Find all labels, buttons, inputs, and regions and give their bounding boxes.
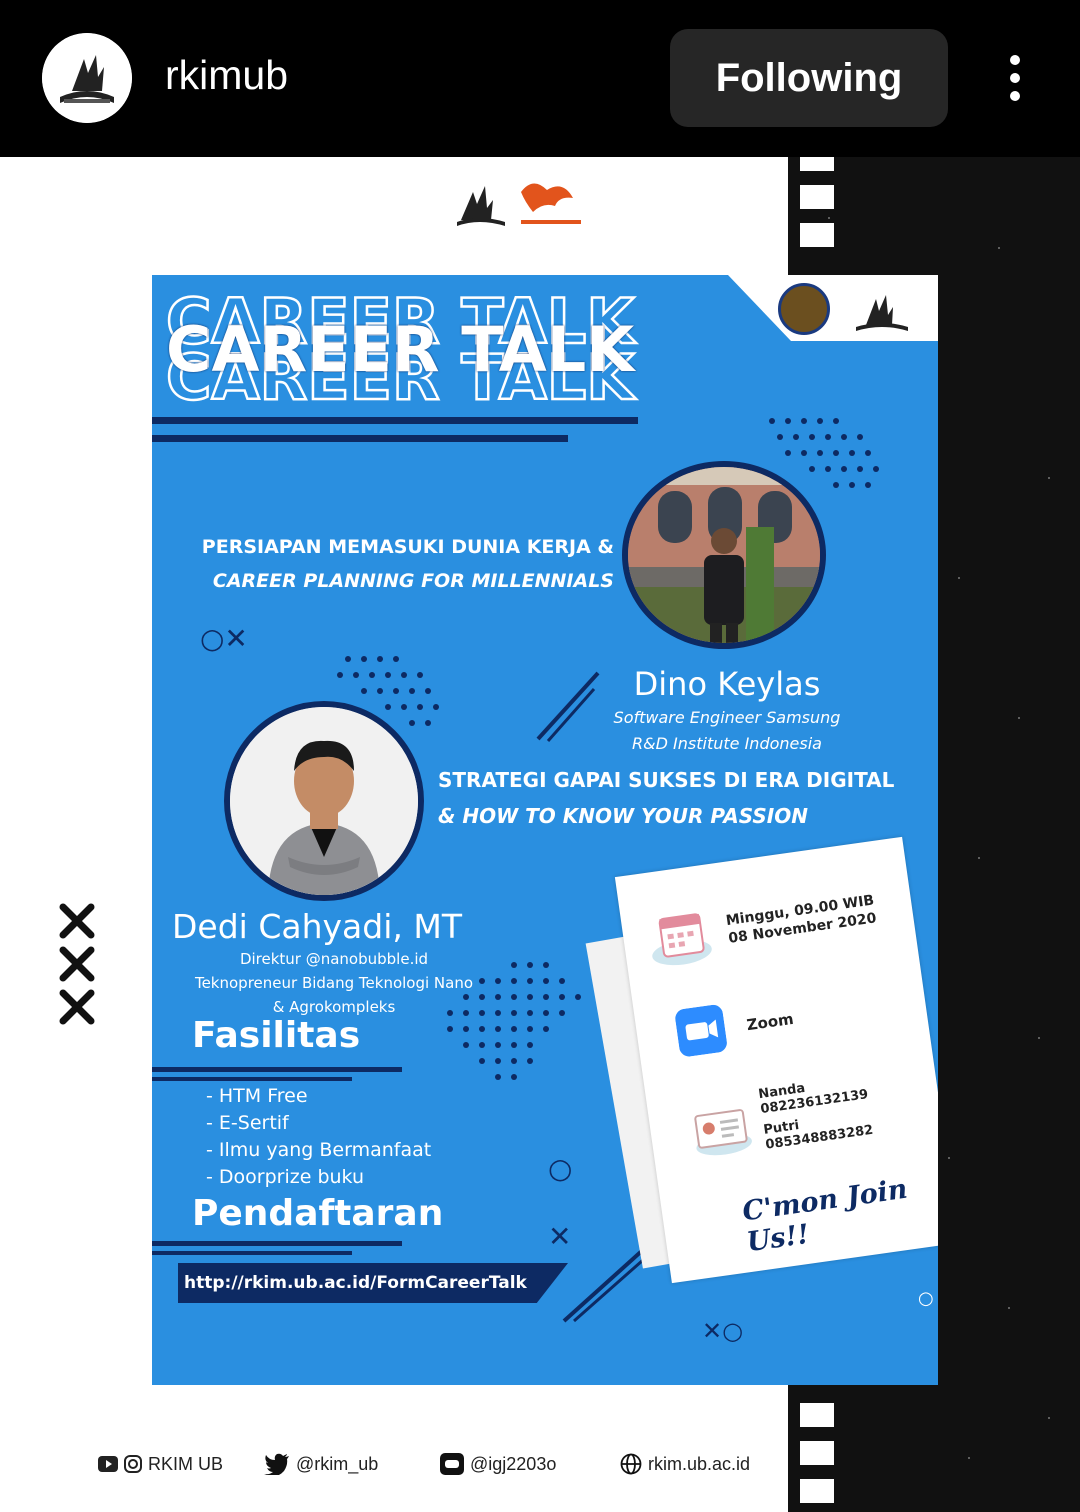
globe-icon: [620, 1453, 642, 1475]
more-options-icon[interactable]: [990, 45, 1040, 111]
session1-topic-line1: PERSIAPAN MEMASUKI DUNIA KERJA &: [201, 536, 614, 558]
youtube-icon: [98, 1456, 118, 1472]
speaker1-name: Dino Keylas: [633, 665, 821, 703]
facility-item: - Ilmu yang Bermanfaat: [206, 1139, 432, 1161]
session1-topic: PERSIAPAN MEMASUKI DUNIA KERJA & CAREER …: [164, 530, 614, 598]
facilities-heading: Fasilitas: [192, 1015, 361, 1056]
event-platform: Zoom: [745, 1009, 795, 1035]
footer-website: rkim.ub.ac.id: [620, 1449, 750, 1479]
calendar-icon: [652, 913, 712, 966]
divider: [152, 1067, 402, 1072]
decorative-x: ✕: [548, 1220, 572, 1253]
decorative-slashes: [536, 671, 600, 742]
rkim-logo-icon: [42, 33, 132, 123]
session2-topic-line1: STRATEGI GAPAI SUKSES DI ERA DIGITAL: [438, 768, 895, 792]
zoom-icon: [675, 1004, 727, 1057]
footer-youtube-label: RKIM UB: [148, 1453, 224, 1474]
speaker2-photo: [224, 701, 424, 901]
speaker2-role-line2: Teknopreneur Bidang Teknologi Nano: [194, 974, 474, 992]
session2-topic: STRATEGI GAPAI SUKSES DI ERA DIGITAL & H…: [438, 762, 894, 834]
event-poster: CAREER TALK CAREER TALK CAREER TALK PERS…: [152, 275, 938, 1385]
university-seal-icon: [778, 283, 830, 335]
line-app-icon: [440, 1453, 464, 1475]
footer-website-label: rkim.ub.ac.id: [648, 1453, 751, 1474]
poster-title: CAREER TALK CAREER TALK CAREER TALK: [165, 284, 726, 416]
registration-link[interactable]: http://rkim.ub.ac.id/FormCareerTalk: [178, 1263, 568, 1303]
footer-line-label: @igj2203o: [470, 1453, 557, 1474]
divider: [152, 1251, 352, 1255]
speaker2-name: Dedi Cahyadi, MT: [172, 907, 462, 946]
event-info-card: Minggu, 09.00 WIB 08 November 2020 Zoom …: [614, 836, 938, 1284]
divider: [152, 1241, 402, 1246]
speaker1-role-line2: R&D Institute Indonesia: [632, 734, 822, 753]
speaker1-role: Software Engineer Samsung R&D Institute …: [572, 705, 882, 757]
footer-youtube-instagram: RKIM UB: [98, 1449, 223, 1479]
event-date: Minggu, 09.00 WIB 08 November 2020: [725, 891, 878, 947]
facilities-list: - HTM Free - E-Sertif - Ilmu yang Berman…: [206, 1083, 431, 1191]
footer-twitter-label: @rkim_ub: [296, 1453, 379, 1474]
decorative-circle: ○: [548, 1152, 573, 1185]
divider: [152, 435, 568, 442]
speaker2-role-line1: Direktur @nanobubble.id: [239, 950, 429, 968]
instagram-icon: [124, 1455, 142, 1473]
post-image: CAREER TALK CAREER TALK CAREER TALK PERS…: [0, 157, 1080, 1512]
decorative-ox: ○✕: [200, 622, 248, 655]
call-to-action: C'mon Join Us!!: [740, 1173, 910, 1259]
divider: [152, 417, 638, 424]
registration-heading: Pendaftaran: [192, 1193, 444, 1234]
footer-twitter: @rkim_ub: [264, 1449, 378, 1479]
speaker1-photo: [622, 461, 826, 649]
contact-card-icon: [694, 1109, 752, 1156]
divider: [152, 1077, 352, 1081]
post-header: rkimub Following: [0, 0, 1080, 155]
username[interactable]: rkimub: [165, 52, 288, 99]
film-holes-top: [800, 157, 838, 261]
following-button[interactable]: Following: [670, 29, 948, 127]
contact-list: Nanda 082236132139 Putri 085348883282: [758, 1072, 875, 1153]
profile-avatar[interactable]: [42, 33, 132, 123]
film-holes-bottom: [800, 1403, 838, 1512]
facility-item: - HTM Free: [206, 1085, 308, 1107]
twitter-icon: [264, 1453, 289, 1475]
facility-item: - Doorprize buku: [206, 1166, 365, 1188]
speaker2-role: Direktur @nanobubble.id Teknopreneur Bid…: [164, 947, 504, 1019]
speaker1-role-line1: Software Engineer Samsung: [613, 708, 841, 727]
poster-title-text: CAREER TALK: [166, 313, 635, 386]
rkim-logo-icon: [856, 295, 908, 331]
organizer-logos: [455, 172, 595, 232]
session2-topic-line2: & HOW TO KNOW YOUR PASSION: [438, 804, 808, 828]
footer-line: @igj2203o: [440, 1449, 556, 1479]
decorative-xo: ✕○: [702, 1317, 744, 1345]
decorative-circle: ○: [918, 1288, 934, 1309]
decorative-x-marks: [58, 902, 98, 1030]
session1-topic-line2: CAREER PLANNING FOR MILLENNIALS: [212, 570, 614, 592]
facility-item: - E-Sertif: [206, 1112, 289, 1134]
